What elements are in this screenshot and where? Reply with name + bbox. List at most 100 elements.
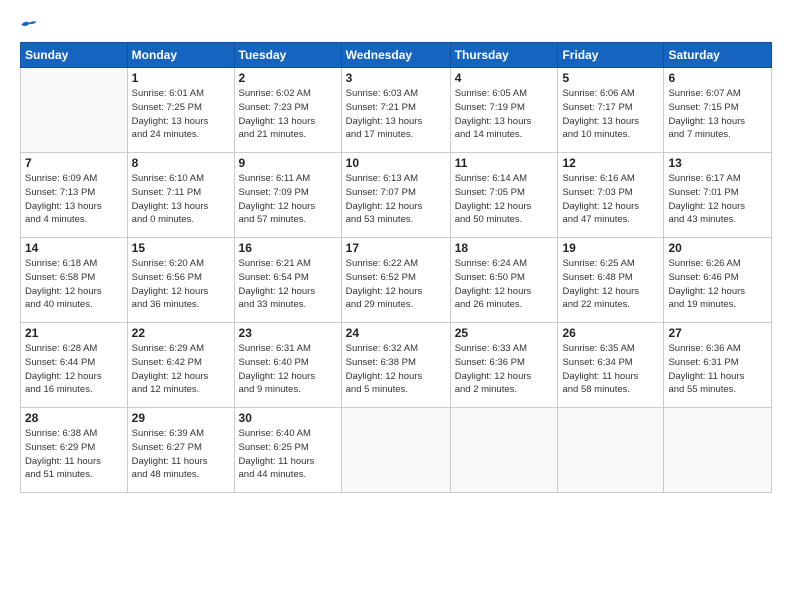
day-number: 10 xyxy=(346,156,446,170)
day-info: Sunrise: 6:21 AMSunset: 6:54 PMDaylight:… xyxy=(239,257,337,312)
day-info: Sunrise: 6:13 AMSunset: 7:07 PMDaylight:… xyxy=(346,172,446,227)
day-info: Sunrise: 6:32 AMSunset: 6:38 PMDaylight:… xyxy=(346,342,446,397)
calendar-cell: 22 Sunrise: 6:29 AMSunset: 6:42 PMDayligh… xyxy=(127,323,234,408)
day-info: Sunrise: 6:39 AMSunset: 6:27 PMDaylight:… xyxy=(132,427,230,482)
calendar-week-row: 1 Sunrise: 6:01 AMSunset: 7:25 PMDaylight… xyxy=(21,68,772,153)
calendar-cell: 12Sunrise: 6:16 AMSunset: 7:03 PMDayligh… xyxy=(558,153,664,238)
day-number: 7 xyxy=(25,156,123,170)
day-info: Sunrise: 6:40 AMSunset: 6:25 PMDaylight:… xyxy=(239,427,337,482)
day-info: Sunrise: 6:14 AMSunset: 7:05 PMDaylight:… xyxy=(455,172,554,227)
calendar-cell: 5 Sunrise: 6:06 AMSunset: 7:17 PMDaylight… xyxy=(558,68,664,153)
calendar-week-row: 7 Sunrise: 6:09 AMSunset: 7:13 PMDaylight… xyxy=(21,153,772,238)
calendar-page: SundayMondayTuesdayWednesdayThursdayFrid… xyxy=(0,0,792,612)
day-info: Sunrise: 6:11 AMSunset: 7:09 PMDaylight:… xyxy=(239,172,337,227)
calendar-cell: 19 Sunrise: 6:25 AMSunset: 6:48 PMDayligh… xyxy=(558,238,664,323)
calendar-cell: 6 Sunrise: 6:07 AMSunset: 7:15 PMDaylight… xyxy=(664,68,772,153)
day-info: Sunrise: 6:06 AMSunset: 7:17 PMDaylight:… xyxy=(562,87,659,142)
day-number: 9 xyxy=(239,156,337,170)
day-number: 19 xyxy=(562,241,659,255)
calendar-cell: 10 Sunrise: 6:13 AMSunset: 7:07 PMDayligh… xyxy=(341,153,450,238)
calendar-week-row: 14 Sunrise: 6:18 AMSunset: 6:58 PMDayligh… xyxy=(21,238,772,323)
calendar-cell: 15Sunrise: 6:20 AMSunset: 6:56 PMDayligh… xyxy=(127,238,234,323)
weekday-header: Tuesday xyxy=(234,43,341,68)
day-info: Sunrise: 6:07 AMSunset: 7:15 PMDaylight:… xyxy=(668,87,767,142)
day-number: 24 xyxy=(346,326,446,340)
day-number: 26 xyxy=(562,326,659,340)
calendar-cell: 7 Sunrise: 6:09 AMSunset: 7:13 PMDaylight… xyxy=(21,153,128,238)
day-number: 29 xyxy=(132,411,230,425)
day-info: Sunrise: 6:28 AMSunset: 6:44 PMDaylight:… xyxy=(25,342,123,397)
weekday-header: Thursday xyxy=(450,43,558,68)
calendar-cell xyxy=(664,408,772,493)
calendar-cell: 23Sunrise: 6:31 AMSunset: 6:40 PMDayligh… xyxy=(234,323,341,408)
calendar-header-row: SundayMondayTuesdayWednesdayThursdayFrid… xyxy=(21,43,772,68)
day-number: 18 xyxy=(455,241,554,255)
day-info: Sunrise: 6:38 AMSunset: 6:29 PMDaylight:… xyxy=(25,427,123,482)
calendar-cell: 25 Sunrise: 6:33 AMSunset: 6:36 PMDayligh… xyxy=(450,323,558,408)
day-number: 30 xyxy=(239,411,337,425)
day-info: Sunrise: 6:36 AMSunset: 6:31 PMDaylight:… xyxy=(668,342,767,397)
calendar-cell: 24 Sunrise: 6:32 AMSunset: 6:38 PMDayligh… xyxy=(341,323,450,408)
day-info: Sunrise: 6:09 AMSunset: 7:13 PMDaylight:… xyxy=(25,172,123,227)
day-info: Sunrise: 6:02 AMSunset: 7:23 PMDaylight:… xyxy=(239,87,337,142)
day-info: Sunrise: 6:03 AMSunset: 7:21 PMDaylight:… xyxy=(346,87,446,142)
calendar-cell: 11 Sunrise: 6:14 AMSunset: 7:05 PMDayligh… xyxy=(450,153,558,238)
weekday-header: Monday xyxy=(127,43,234,68)
day-info: Sunrise: 6:17 AMSunset: 7:01 PMDaylight:… xyxy=(668,172,767,227)
calendar-cell xyxy=(21,68,128,153)
calendar-cell: 27 Sunrise: 6:36 AMSunset: 6:31 PMDayligh… xyxy=(664,323,772,408)
calendar-cell: 29 Sunrise: 6:39 AMSunset: 6:27 PMDayligh… xyxy=(127,408,234,493)
weekday-header: Saturday xyxy=(664,43,772,68)
day-info: Sunrise: 6:24 AMSunset: 6:50 PMDaylight:… xyxy=(455,257,554,312)
calendar-cell: 26 Sunrise: 6:35 AMSunset: 6:34 PMDayligh… xyxy=(558,323,664,408)
calendar-week-row: 21 Sunrise: 6:28 AMSunset: 6:44 PMDayligh… xyxy=(21,323,772,408)
day-number: 5 xyxy=(562,71,659,85)
day-info: Sunrise: 6:16 AMSunset: 7:03 PMDaylight:… xyxy=(562,172,659,227)
day-number: 17 xyxy=(346,241,446,255)
day-number: 16 xyxy=(239,241,337,255)
day-info: Sunrise: 6:18 AMSunset: 6:58 PMDaylight:… xyxy=(25,257,123,312)
day-number: 3 xyxy=(346,71,446,85)
day-info: Sunrise: 6:10 AMSunset: 7:11 PMDaylight:… xyxy=(132,172,230,227)
day-number: 13 xyxy=(668,156,767,170)
calendar-cell: 20 Sunrise: 6:26 AMSunset: 6:46 PMDayligh… xyxy=(664,238,772,323)
calendar-cell: 1 Sunrise: 6:01 AMSunset: 7:25 PMDaylight… xyxy=(127,68,234,153)
day-number: 28 xyxy=(25,411,123,425)
day-number: 27 xyxy=(668,326,767,340)
calendar-cell xyxy=(450,408,558,493)
day-number: 21 xyxy=(25,326,123,340)
logo xyxy=(20,18,40,32)
day-info: Sunrise: 6:25 AMSunset: 6:48 PMDaylight:… xyxy=(562,257,659,312)
calendar-cell: 28 Sunrise: 6:38 AMSunset: 6:29 PMDayligh… xyxy=(21,408,128,493)
day-number: 6 xyxy=(668,71,767,85)
day-number: 1 xyxy=(132,71,230,85)
day-info: Sunrise: 6:33 AMSunset: 6:36 PMDaylight:… xyxy=(455,342,554,397)
day-info: Sunrise: 6:29 AMSunset: 6:42 PMDaylight:… xyxy=(132,342,230,397)
calendar-cell: 21 Sunrise: 6:28 AMSunset: 6:44 PMDayligh… xyxy=(21,323,128,408)
weekday-header: Wednesday xyxy=(341,43,450,68)
calendar-cell: 13 Sunrise: 6:17 AMSunset: 7:01 PMDayligh… xyxy=(664,153,772,238)
calendar-cell: 2 Sunrise: 6:02 AMSunset: 7:23 PMDaylight… xyxy=(234,68,341,153)
day-info: Sunrise: 6:31 AMSunset: 6:40 PMDaylight:… xyxy=(239,342,337,397)
day-number: 20 xyxy=(668,241,767,255)
calendar-week-row: 28 Sunrise: 6:38 AMSunset: 6:29 PMDayligh… xyxy=(21,408,772,493)
calendar-cell: 9 Sunrise: 6:11 AMSunset: 7:09 PMDaylight… xyxy=(234,153,341,238)
day-number: 14 xyxy=(25,241,123,255)
day-info: Sunrise: 6:05 AMSunset: 7:19 PMDaylight:… xyxy=(455,87,554,142)
calendar-cell: 3 Sunrise: 6:03 AMSunset: 7:21 PMDaylight… xyxy=(341,68,450,153)
day-info: Sunrise: 6:26 AMSunset: 6:46 PMDaylight:… xyxy=(668,257,767,312)
day-info: Sunrise: 6:20 AMSunset: 6:56 PMDaylight:… xyxy=(132,257,230,312)
calendar-cell xyxy=(558,408,664,493)
day-number: 22 xyxy=(132,326,230,340)
day-number: 4 xyxy=(455,71,554,85)
day-number: 11 xyxy=(455,156,554,170)
day-number: 25 xyxy=(455,326,554,340)
day-number: 2 xyxy=(239,71,337,85)
weekday-header: Friday xyxy=(558,43,664,68)
day-info: Sunrise: 6:35 AMSunset: 6:34 PMDaylight:… xyxy=(562,342,659,397)
day-number: 8 xyxy=(132,156,230,170)
calendar-cell: 30 Sunrise: 6:40 AMSunset: 6:25 PMDayligh… xyxy=(234,408,341,493)
day-info: Sunrise: 6:01 AMSunset: 7:25 PMDaylight:… xyxy=(132,87,230,142)
logo-bird-icon xyxy=(20,18,38,32)
calendar-cell: 18 Sunrise: 6:24 AMSunset: 6:50 PMDayligh… xyxy=(450,238,558,323)
